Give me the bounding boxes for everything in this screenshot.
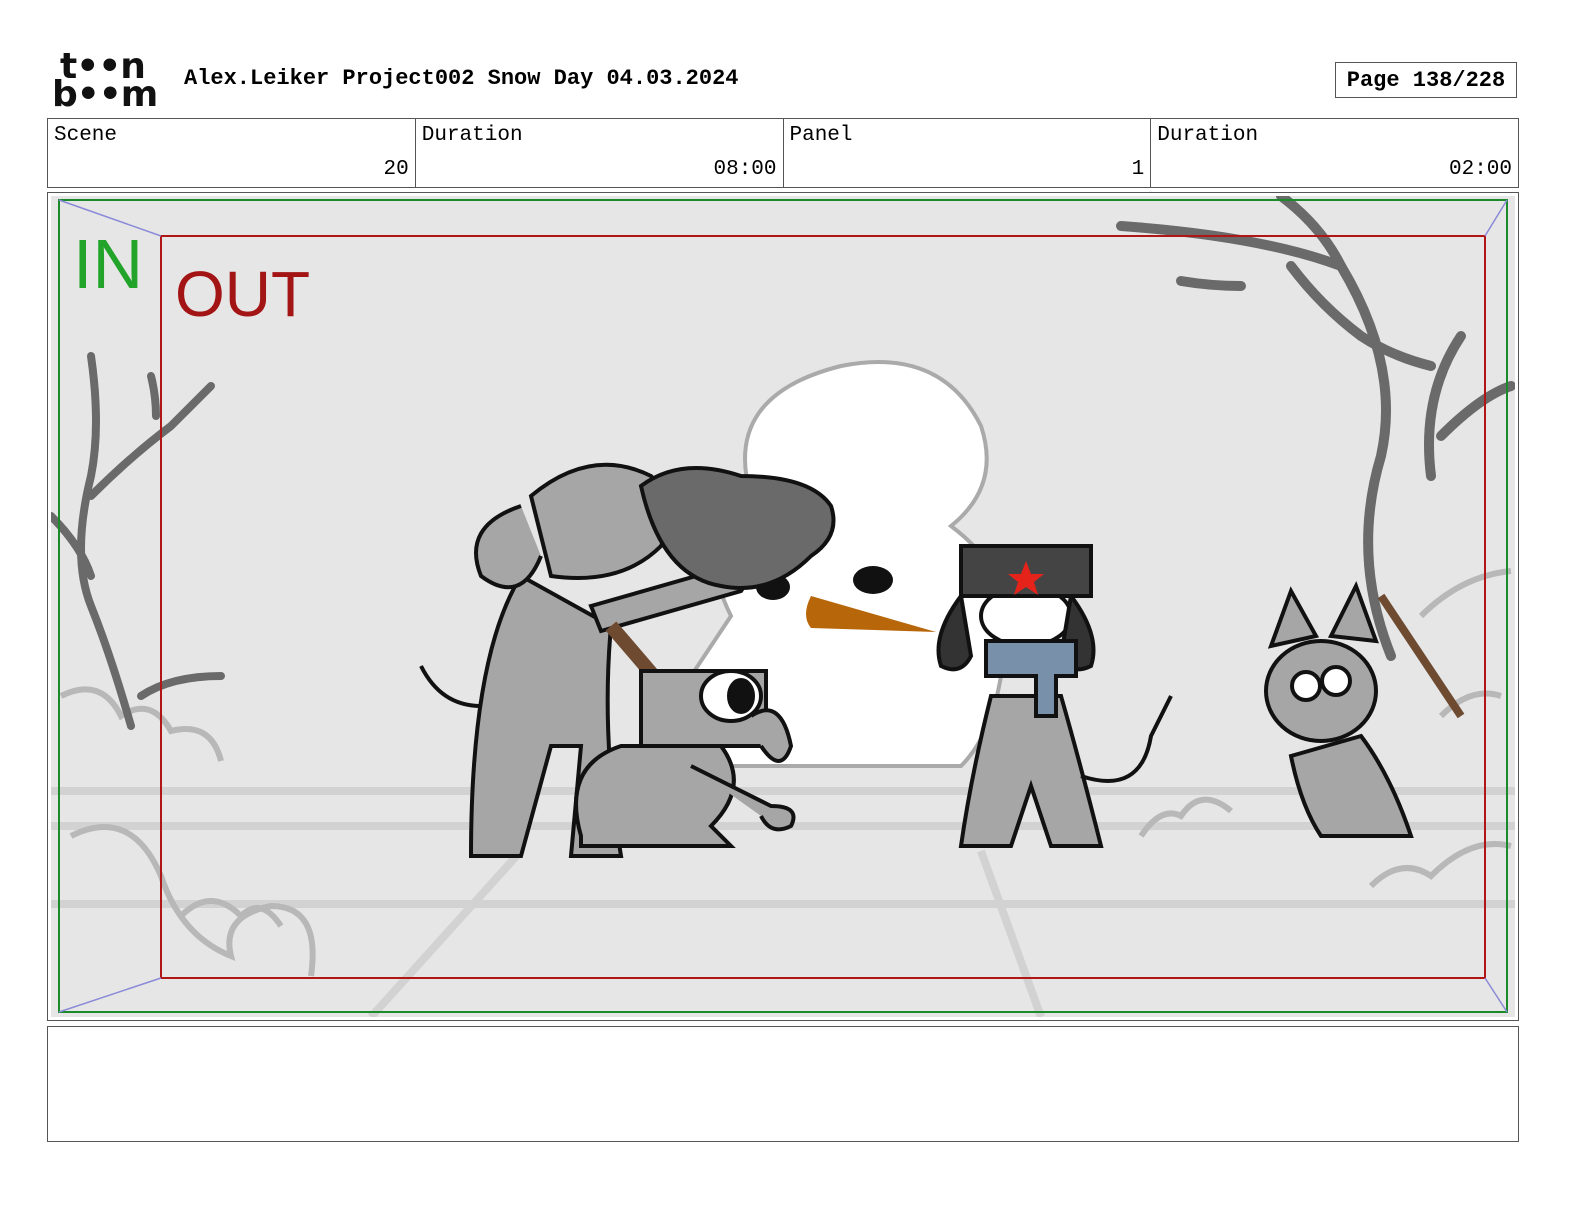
panel-cell: Panel 1 [784,119,1152,187]
panel-duration-value: 02:00 [1448,158,1512,181]
panel-duration-label: Duration [1157,124,1259,147]
scene-value: 20 [383,158,409,181]
panel-duration-cell: Duration 02:00 [1151,119,1518,187]
logo-bottom-line: b••m [52,74,158,115]
panel-value: 1 [1131,158,1145,181]
scene-cell: Scene 20 [48,119,416,187]
scene-info-table: Scene 20 Duration 08:00 Panel 1 Duration… [47,118,1519,188]
toonboom-logo: t••n b••m [52,49,164,115]
page-counter: Page 138/228 [1335,62,1517,98]
storyboard-panel-image: IN OUT [51,196,1515,1017]
scene-duration-value: 08:00 [713,158,777,181]
out-label: OUT [175,258,310,330]
scene-label: Scene [54,124,118,147]
scene-duration-cell: Duration 08:00 [416,119,784,187]
scene-duration-label: Duration [421,124,523,147]
panel-notes-box [47,1026,1519,1142]
panel-label: Panel [789,124,853,147]
document-title: Alex.Leiker Project002 Snow Day 04.03.20… [184,66,739,91]
in-label: IN [73,225,143,303]
